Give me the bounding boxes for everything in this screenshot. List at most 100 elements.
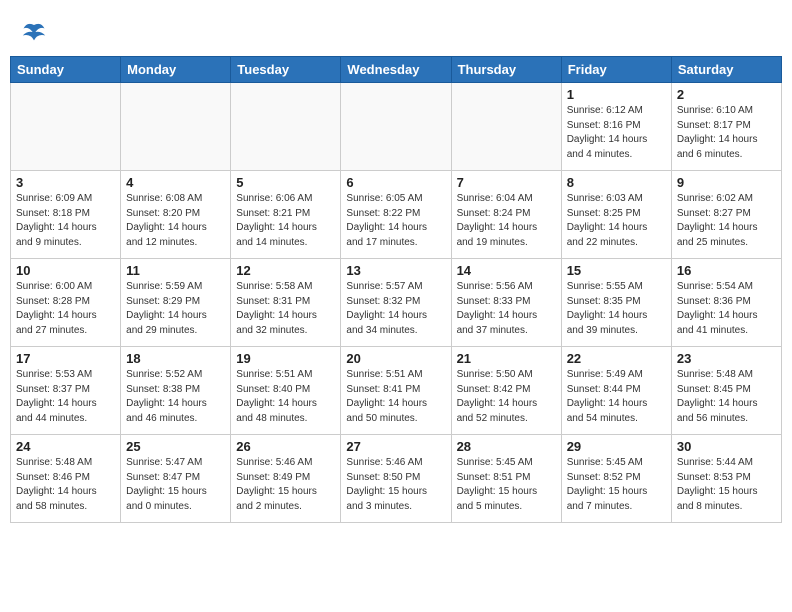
calendar-week-row: 17 Sunrise: 5:53 AM Sunset: 8:37 PM Dayli… xyxy=(11,347,782,435)
calendar-cell xyxy=(451,83,561,171)
calendar-cell: 3 Sunrise: 6:09 AM Sunset: 8:18 PM Daylig… xyxy=(11,171,121,259)
calendar-cell: 19 Sunrise: 5:51 AM Sunset: 8:40 PM Dayli… xyxy=(231,347,341,435)
day-info: Sunrise: 6:09 AM Sunset: 8:18 PM Dayligh… xyxy=(16,192,115,250)
calendar-cell xyxy=(231,83,341,171)
calendar-cell: 16 Sunrise: 5:54 AM Sunset: 8:36 PM Dayli… xyxy=(671,259,781,347)
day-number: 24 xyxy=(16,439,115,454)
day-info: Sunrise: 5:48 AM Sunset: 8:45 PM Dayligh… xyxy=(677,368,776,426)
calendar-cell: 10 Sunrise: 6:00 AM Sunset: 8:28 PM Dayli… xyxy=(11,259,121,347)
calendar-cell: 14Sunrise: 5:56 AM Sunset: 8:33 PM Dayli… xyxy=(451,259,561,347)
calendar-cell: 12Sunrise: 5:58 AM Sunset: 8:31 PM Dayli… xyxy=(231,259,341,347)
calendar-cell xyxy=(121,83,231,171)
calendar-cell: 22 Sunrise: 5:49 AM Sunset: 8:44 PM Dayli… xyxy=(561,347,671,435)
day-number: 6 xyxy=(346,175,445,190)
calendar-cell: 21 Sunrise: 5:50 AM Sunset: 8:42 PM Dayli… xyxy=(451,347,561,435)
day-info: Sunrise: 5:51 AM Sunset: 8:41 PM Dayligh… xyxy=(346,368,445,426)
day-info: Sunrise: 5:58 AM Sunset: 8:31 PM Dayligh… xyxy=(236,280,335,338)
day-number: 29 xyxy=(567,439,666,454)
day-info: Sunrise: 6:08 AM Sunset: 8:20 PM Dayligh… xyxy=(126,192,225,250)
calendar-cell: 4 Sunrise: 6:08 AM Sunset: 8:20 PM Daylig… xyxy=(121,171,231,259)
day-header-sunday: Sunday xyxy=(11,57,121,83)
calendar-cell: 18Sunrise: 5:52 AM Sunset: 8:38 PM Dayli… xyxy=(121,347,231,435)
calendar-cell: 29 Sunrise: 5:45 AM Sunset: 8:52 PM Dayli… xyxy=(561,435,671,523)
calendar-cell: 6Sunrise: 6:05 AM Sunset: 8:22 PM Daylig… xyxy=(341,171,451,259)
calendar-cell: 2 Sunrise: 6:10 AM Sunset: 8:17 PM Daylig… xyxy=(671,83,781,171)
calendar-cell: 13 Sunrise: 5:57 AM Sunset: 8:32 PM Dayli… xyxy=(341,259,451,347)
day-info: Sunrise: 5:59 AM Sunset: 8:29 PM Dayligh… xyxy=(126,280,225,338)
day-info: Sunrise: 5:48 AM Sunset: 8:46 PM Dayligh… xyxy=(16,456,115,514)
calendar-cell: 8 Sunrise: 6:03 AM Sunset: 8:25 PM Daylig… xyxy=(561,171,671,259)
page-header xyxy=(10,10,782,50)
day-number: 20 xyxy=(346,351,445,366)
day-info: Sunrise: 5:57 AM Sunset: 8:32 PM Dayligh… xyxy=(346,280,445,338)
calendar-cell: 24 Sunrise: 5:48 AM Sunset: 8:46 PM Dayli… xyxy=(11,435,121,523)
day-info: Sunrise: 5:47 AM Sunset: 8:47 PM Dayligh… xyxy=(126,456,225,514)
calendar-cell: 7 Sunrise: 6:04 AM Sunset: 8:24 PM Daylig… xyxy=(451,171,561,259)
day-number: 8 xyxy=(567,175,666,190)
calendar-cell: 26Sunrise: 5:46 AM Sunset: 8:49 PM Dayli… xyxy=(231,435,341,523)
day-info: Sunrise: 6:12 AM Sunset: 8:16 PM Dayligh… xyxy=(567,104,666,162)
calendar-cell: 5 Sunrise: 6:06 AM Sunset: 8:21 PM Daylig… xyxy=(231,171,341,259)
day-header-tuesday: Tuesday xyxy=(231,57,341,83)
day-header-wednesday: Wednesday xyxy=(341,57,451,83)
day-number: 17 xyxy=(16,351,115,366)
day-number: 2 xyxy=(677,87,776,102)
calendar-week-row: 24 Sunrise: 5:48 AM Sunset: 8:46 PM Dayli… xyxy=(11,435,782,523)
day-number: 28 xyxy=(457,439,556,454)
calendar-week-row: 1 Sunrise: 6:12 AM Sunset: 8:16 PM Daylig… xyxy=(11,83,782,171)
calendar-cell: 15 Sunrise: 5:55 AM Sunset: 8:35 PM Dayli… xyxy=(561,259,671,347)
logo-icon xyxy=(20,18,48,46)
day-info: Sunrise: 6:00 AM Sunset: 8:28 PM Dayligh… xyxy=(16,280,115,338)
day-info: Sunrise: 5:55 AM Sunset: 8:35 PM Dayligh… xyxy=(567,280,666,338)
day-number: 4 xyxy=(126,175,225,190)
day-number: 14 xyxy=(457,263,556,278)
day-info: Sunrise: 5:45 AM Sunset: 8:52 PM Dayligh… xyxy=(567,456,666,514)
day-info: Sunrise: 5:49 AM Sunset: 8:44 PM Dayligh… xyxy=(567,368,666,426)
day-number: 23 xyxy=(677,351,776,366)
day-number: 7 xyxy=(457,175,556,190)
calendar-cell: 9 Sunrise: 6:02 AM Sunset: 8:27 PM Daylig… xyxy=(671,171,781,259)
day-number: 1 xyxy=(567,87,666,102)
day-header-thursday: Thursday xyxy=(451,57,561,83)
day-number: 25 xyxy=(126,439,225,454)
calendar-cell: 30 Sunrise: 5:44 AM Sunset: 8:53 PM Dayli… xyxy=(671,435,781,523)
day-number: 3 xyxy=(16,175,115,190)
day-info: Sunrise: 6:06 AM Sunset: 8:21 PM Dayligh… xyxy=(236,192,335,250)
day-header-monday: Monday xyxy=(121,57,231,83)
calendar-cell: 27 Sunrise: 5:46 AM Sunset: 8:50 PM Dayli… xyxy=(341,435,451,523)
day-number: 30 xyxy=(677,439,776,454)
calendar-cell: 1 Sunrise: 6:12 AM Sunset: 8:16 PM Daylig… xyxy=(561,83,671,171)
day-info: Sunrise: 5:50 AM Sunset: 8:42 PM Dayligh… xyxy=(457,368,556,426)
day-number: 13 xyxy=(346,263,445,278)
day-number: 16 xyxy=(677,263,776,278)
day-info: Sunrise: 6:04 AM Sunset: 8:24 PM Dayligh… xyxy=(457,192,556,250)
day-number: 11 xyxy=(126,263,225,278)
day-info: Sunrise: 6:10 AM Sunset: 8:17 PM Dayligh… xyxy=(677,104,776,162)
calendar-cell xyxy=(11,83,121,171)
day-info: Sunrise: 5:53 AM Sunset: 8:37 PM Dayligh… xyxy=(16,368,115,426)
day-number: 19 xyxy=(236,351,335,366)
day-info: Sunrise: 5:45 AM Sunset: 8:51 PM Dayligh… xyxy=(457,456,556,514)
day-info: Sunrise: 6:03 AM Sunset: 8:25 PM Dayligh… xyxy=(567,192,666,250)
day-number: 21 xyxy=(457,351,556,366)
calendar-cell: 28 Sunrise: 5:45 AM Sunset: 8:51 PM Dayli… xyxy=(451,435,561,523)
calendar-cell: 20 Sunrise: 5:51 AM Sunset: 8:41 PM Dayli… xyxy=(341,347,451,435)
calendar-table: SundayMondayTuesdayWednesdayThursdayFrid… xyxy=(10,56,782,523)
day-number: 18 xyxy=(126,351,225,366)
calendar-week-row: 10 Sunrise: 6:00 AM Sunset: 8:28 PM Dayli… xyxy=(11,259,782,347)
calendar-cell: 23 Sunrise: 5:48 AM Sunset: 8:45 PM Dayli… xyxy=(671,347,781,435)
day-number: 5 xyxy=(236,175,335,190)
day-info: Sunrise: 5:44 AM Sunset: 8:53 PM Dayligh… xyxy=(677,456,776,514)
day-info: Sunrise: 5:54 AM Sunset: 8:36 PM Dayligh… xyxy=(677,280,776,338)
day-number: 15 xyxy=(567,263,666,278)
day-number: 9 xyxy=(677,175,776,190)
day-info: Sunrise: 5:46 AM Sunset: 8:49 PM Dayligh… xyxy=(236,456,335,514)
calendar-cell: 25 Sunrise: 5:47 AM Sunset: 8:47 PM Dayli… xyxy=(121,435,231,523)
logo xyxy=(20,18,52,46)
day-number: 10 xyxy=(16,263,115,278)
day-info: Sunrise: 5:51 AM Sunset: 8:40 PM Dayligh… xyxy=(236,368,335,426)
day-number: 22 xyxy=(567,351,666,366)
day-number: 27 xyxy=(346,439,445,454)
day-info: Sunrise: 6:02 AM Sunset: 8:27 PM Dayligh… xyxy=(677,192,776,250)
day-info: Sunrise: 5:46 AM Sunset: 8:50 PM Dayligh… xyxy=(346,456,445,514)
